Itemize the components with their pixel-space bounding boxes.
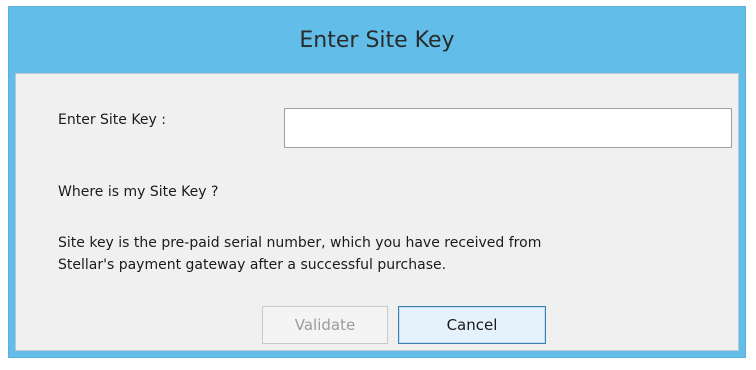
info-line-2: Stellar's payment gateway after a succes… <box>58 257 447 273</box>
dialog-body: Enter Site Key : Where is my Site Key ? … <box>15 73 739 351</box>
site-key-input[interactable] <box>284 108 732 148</box>
site-key-dialog: Enter Site Key Enter Site Key : Where is… <box>8 6 746 358</box>
site-key-info: Site key is the pre-paid serial number, … <box>58 232 738 276</box>
dialog-title: Enter Site Key <box>299 27 455 53</box>
cancel-button[interactable]: Cancel <box>398 306 546 344</box>
info-line-1: Site key is the pre-paid serial number, … <box>58 235 542 251</box>
validate-button[interactable]: Validate <box>262 306 388 344</box>
site-key-label: Enter Site Key : <box>58 112 166 128</box>
where-is-key-label: Where is my Site Key ? <box>58 184 219 200</box>
